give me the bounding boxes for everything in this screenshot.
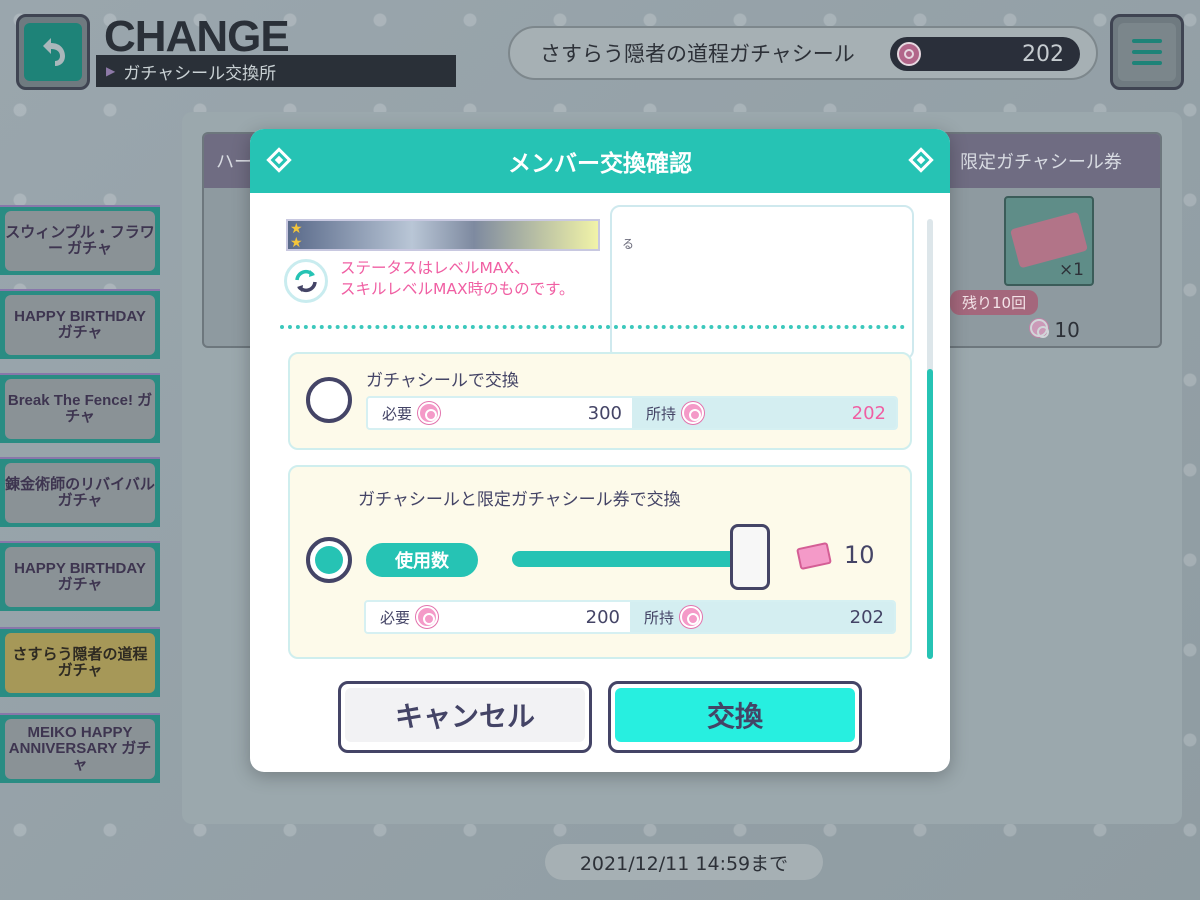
triangle-right-icon: ▶ bbox=[106, 64, 116, 78]
banner-gacha-4[interactable]: 錬金術師のリバイバル ガチャ bbox=[0, 457, 160, 527]
seal-count-pill: 202 bbox=[890, 37, 1080, 71]
skill-description-box: る bbox=[610, 205, 914, 360]
banner-label: さすらう隠者の道程 ガチャ bbox=[5, 633, 155, 693]
dialog-scrollbar[interactable] bbox=[927, 219, 933, 659]
back-button[interactable] bbox=[16, 14, 90, 90]
banner-gacha-6-selected[interactable]: さすらう隠者の道程 ガチャ bbox=[0, 627, 160, 697]
status-note-line1: ステータスはレベルMAX、 bbox=[340, 259, 530, 277]
seal-coin-icon bbox=[1030, 319, 1049, 338]
radio-seal-only[interactable] bbox=[306, 377, 352, 423]
use-count-slider-knob[interactable] bbox=[730, 524, 770, 590]
exchange-button-label: 交換 bbox=[615, 688, 855, 742]
status-note-line2: スキルレベルMAX時のものです。 bbox=[340, 280, 575, 298]
ticket-price-value: 10 bbox=[1054, 318, 1080, 342]
have-cell: 所持 202 bbox=[632, 398, 896, 428]
option-seal-only-title: ガチャシールで交換 bbox=[366, 371, 519, 391]
menu-button[interactable] bbox=[1110, 14, 1184, 90]
have-value: 202 bbox=[851, 402, 886, 424]
dialog-header: メンバー交換確認 bbox=[250, 129, 950, 193]
use-count-slider-track[interactable] bbox=[512, 551, 744, 567]
use-count-value: 10 bbox=[844, 541, 875, 569]
exchange-confirm-dialog: メンバー交換確認 ★ ★ る ステータスはレベルMAX、 スキルレベルMAX時の… bbox=[250, 129, 950, 772]
ticket-quantity: ×1 bbox=[1058, 260, 1084, 280]
seal-coin-icon bbox=[896, 41, 922, 73]
diamond-ornament-icon bbox=[266, 147, 292, 173]
dialog-scroll-area[interactable]: ★ ★ る ステータスはレベルMAX、 スキルレベルMAX時のものです。 ガチャ… bbox=[250, 193, 950, 673]
banner-label: スウィンプル・フラワー ガチャ bbox=[5, 211, 155, 271]
ticket-price: 10 bbox=[1024, 318, 1080, 342]
banner-label: MEIKO HAPPY ANNIVERSARY ガチャ bbox=[5, 719, 155, 779]
star-icon: ★ bbox=[290, 235, 303, 251]
option-seal-only-cost-row: 必要 300 所持 202 bbox=[366, 396, 898, 430]
banner-label: HAPPY BIRTHDAY ガチャ bbox=[5, 295, 155, 355]
need-label: 必要 bbox=[380, 608, 411, 627]
limited-ticket-image: ×1 bbox=[1004, 196, 1094, 286]
seal-coin-icon bbox=[682, 402, 705, 424]
seal-coin-icon bbox=[418, 402, 441, 424]
option-seal-and-ticket-cost-row: 必要 200 所持 202 bbox=[364, 600, 896, 634]
need-value: 300 bbox=[587, 402, 622, 424]
banner-label: 錬金術師のリバイバル ガチャ bbox=[5, 463, 155, 523]
refresh-button[interactable] bbox=[284, 259, 328, 303]
radio-seal-and-ticket[interactable] bbox=[306, 537, 352, 583]
back-arrow-icon bbox=[43, 38, 65, 66]
scrollbar-thumb[interactable] bbox=[927, 369, 933, 659]
seal-name: さすらう隠者の道程ガチャシール bbox=[540, 42, 855, 66]
dotted-divider bbox=[280, 325, 905, 329]
limited-ticket-card[interactable]: 限定ガチャシール券 ×1 残り10回 10 bbox=[940, 132, 1162, 348]
remaining-badge: 残り10回 bbox=[950, 290, 1039, 315]
limited-ticket-icon bbox=[796, 541, 832, 571]
limited-ticket-header: 限定ガチャシール券 bbox=[942, 134, 1160, 188]
diamond-ornament-icon bbox=[908, 147, 934, 173]
option-seal-and-ticket-title: ガチャシールと限定ガチャシール券で交換 bbox=[358, 490, 681, 510]
banner-gacha-1[interactable]: スウィンプル・フラワー ガチャ bbox=[0, 205, 160, 275]
need-label: 必要 bbox=[382, 404, 413, 423]
have-value: 202 bbox=[849, 606, 884, 628]
banner-gacha-2[interactable]: HAPPY BIRTHDAY ガチャ bbox=[0, 289, 160, 359]
page-subtitle: ▶ ガチャシール交換所 bbox=[96, 55, 456, 87]
need-cell: 必要 200 bbox=[366, 602, 630, 632]
status-note: ステータスはレベルMAX、 スキルレベルMAX時のものです。 bbox=[340, 258, 575, 300]
seal-count-value: 202 bbox=[1022, 41, 1064, 67]
banner-gacha-5[interactable]: HAPPY BIRTHDAY ガチャ bbox=[0, 541, 160, 611]
cancel-button-label: キャンセル bbox=[345, 688, 585, 742]
seal-coin-icon bbox=[416, 606, 439, 628]
use-count-label: 使用数 bbox=[366, 543, 478, 577]
cancel-button[interactable]: キャンセル bbox=[338, 681, 592, 753]
skill-description-text: る bbox=[622, 237, 635, 251]
banner-gacha-7[interactable]: MEIKO HAPPY ANNIVERSARY ガチャ bbox=[0, 713, 160, 783]
have-label: 所持 bbox=[644, 608, 675, 627]
dialog-title: メンバー交換確認 bbox=[508, 151, 692, 177]
have-cell: 所持 202 bbox=[630, 602, 894, 632]
deadline-pill: 2021/12/11 14:59まで bbox=[545, 844, 823, 880]
seal-balance: さすらう隠者の道程ガチャシール 202 bbox=[508, 26, 1098, 80]
option-seal-and-ticket[interactable]: ガチャシールと限定ガチャシール券で交換 使用数 10 必要 200 所持 202 bbox=[288, 465, 912, 659]
seal-coin-icon bbox=[680, 606, 703, 628]
option-seal-only[interactable]: ガチャシールで交換 必要 300 所持 202 bbox=[288, 352, 912, 450]
refresh-icon bbox=[295, 269, 317, 293]
exchange-button[interactable]: 交換 bbox=[608, 681, 862, 753]
banner-label: Break The Fence! ガチャ bbox=[5, 379, 155, 439]
hamburger-icon bbox=[1118, 23, 1176, 81]
banner-label: HAPPY BIRTHDAY ガチャ bbox=[5, 547, 155, 607]
have-label: 所持 bbox=[646, 404, 677, 423]
member-card-image bbox=[286, 219, 600, 251]
banner-gacha-3[interactable]: Break The Fence! ガチャ bbox=[0, 373, 160, 443]
page-subtitle-text: ガチャシール交換所 bbox=[123, 63, 277, 84]
need-cell: 必要 300 bbox=[368, 398, 632, 428]
need-value: 200 bbox=[585, 606, 620, 628]
